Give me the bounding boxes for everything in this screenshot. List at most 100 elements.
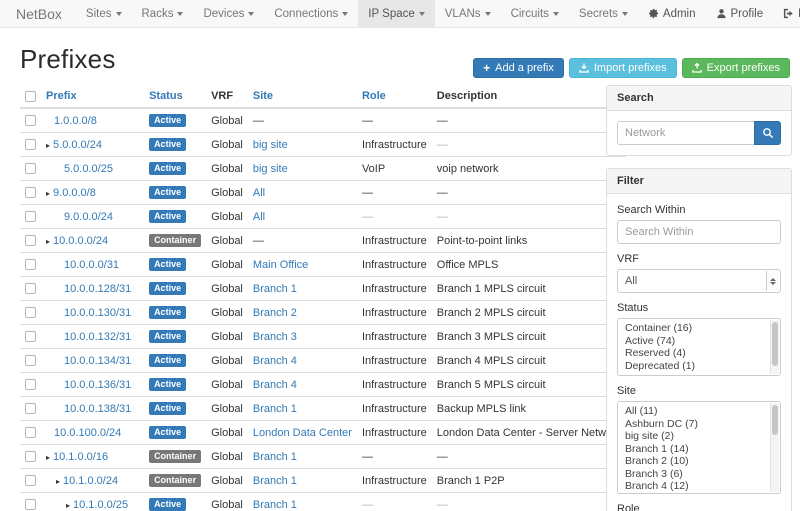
site-link[interactable]: big site [253, 163, 288, 175]
site-link[interactable]: Branch 1 [253, 403, 297, 415]
add-prefix-button[interactable]: + Add a prefix [473, 58, 564, 78]
triangle-right-icon[interactable]: ▸ [46, 141, 50, 150]
site-link[interactable]: big site [253, 139, 288, 151]
search-within-input[interactable] [617, 220, 781, 244]
row-checkbox[interactable] [25, 307, 36, 318]
role-cell: — [357, 493, 432, 511]
row-checkbox[interactable] [25, 427, 36, 438]
row-checkbox[interactable] [25, 403, 36, 414]
import-prefixes-button[interactable]: Import prefixes [569, 58, 677, 78]
site-scrollbar[interactable] [770, 403, 779, 492]
prefix-link[interactable]: 10.1.0.0/16 [53, 451, 108, 463]
site-option[interactable]: Branch 4 (12) [618, 480, 768, 493]
row-checkbox[interactable] [25, 211, 36, 222]
nav-item-secrets[interactable]: Secrets [569, 0, 638, 27]
search-button[interactable] [754, 121, 781, 145]
status-option[interactable]: Deprecated (1) [618, 360, 768, 373]
nav-item-connections[interactable]: Connections [264, 0, 358, 27]
prefix-link[interactable]: 10.0.0.0/24 [53, 235, 108, 247]
site-link[interactable]: Branch 1 [253, 283, 297, 295]
row-checkbox[interactable] [25, 379, 36, 390]
site-option[interactable]: big site (2) [618, 430, 768, 443]
search-panel-title: Search [607, 86, 791, 111]
select-all-checkbox[interactable] [25, 91, 36, 102]
row-checkbox[interactable] [25, 331, 36, 342]
row-checkbox[interactable] [25, 259, 36, 270]
netbox-brand[interactable]: NetBox [0, 0, 76, 27]
site-option[interactable]: Branch 2 (10) [618, 455, 768, 468]
prefix-link[interactable]: 5.0.0.0/24 [53, 139, 102, 151]
row-checkbox[interactable] [25, 355, 36, 366]
prefix-link[interactable]: 1.0.0.0/8 [54, 115, 97, 127]
triangle-right-icon[interactable]: ▸ [66, 501, 70, 510]
export-prefixes-button[interactable]: Export prefixes [682, 58, 790, 78]
prefix-link[interactable]: 10.0.0.0/31 [64, 259, 119, 271]
site-listbox[interactable]: All (11)Ashburn DC (7)big site (2)Branch… [617, 401, 781, 494]
prefix-link[interactable]: 10.0.0.138/31 [64, 403, 131, 415]
main-menu: SitesRacksDevicesConnectionsIP SpaceVLAN… [76, 0, 638, 27]
site-link[interactable]: Branch 1 [253, 475, 297, 487]
status-option[interactable]: Container (16) [618, 322, 768, 335]
column-header-prefix[interactable]: Prefix [41, 85, 144, 108]
column-header-site[interactable]: Site [248, 85, 357, 108]
site-link[interactable]: All [253, 211, 265, 223]
site-link[interactable]: London Data Center [253, 427, 352, 439]
row-checkbox[interactable] [25, 499, 36, 510]
nav-item-devices[interactable]: Devices [193, 0, 264, 27]
status-listbox[interactable]: Container (16)Active (74)Reserved (4)Dep… [617, 318, 781, 376]
site-option[interactable]: Branch 1 (14) [618, 443, 768, 456]
row-checkbox[interactable] [25, 139, 36, 150]
admin-link[interactable]: Admin [638, 0, 706, 28]
prefix-link[interactable]: 9.0.0.0/8 [53, 187, 96, 199]
site-link[interactable]: Branch 1 [253, 451, 297, 463]
prefix-link[interactable]: 10.0.0.130/31 [64, 307, 131, 319]
triangle-right-icon[interactable]: ▸ [46, 237, 50, 246]
site-option[interactable]: All (11) [618, 405, 768, 418]
nav-item-ip-space[interactable]: IP Space [358, 0, 434, 27]
column-header-role[interactable]: Role [357, 85, 432, 108]
prefix-link[interactable]: 10.1.0.0/24 [63, 475, 118, 487]
nav-item-sites[interactable]: Sites [76, 0, 132, 27]
site-link[interactable]: Main Office [253, 259, 308, 271]
column-header-status[interactable]: Status [144, 85, 206, 108]
row-checkbox[interactable] [25, 163, 36, 174]
status-option[interactable]: Active (74) [618, 335, 768, 348]
prefix-link[interactable]: 10.0.0.134/31 [64, 355, 131, 367]
search-input[interactable] [617, 121, 754, 145]
vrf-select[interactable]: All [617, 269, 781, 293]
site-link[interactable]: Branch 4 [253, 379, 297, 391]
status-scrollbar[interactable] [770, 320, 779, 374]
logout-link[interactable]: Log out [773, 0, 800, 28]
triangle-right-icon[interactable]: ▸ [56, 477, 60, 486]
triangle-right-icon[interactable]: ▸ [46, 453, 50, 462]
prefix-link[interactable]: 9.0.0.0/24 [64, 211, 113, 223]
nav-item-circuits[interactable]: Circuits [501, 0, 569, 27]
triangle-right-icon[interactable]: ▸ [46, 189, 50, 198]
vrf-cell: Global [206, 349, 248, 373]
row-checkbox[interactable] [25, 235, 36, 246]
nav-item-vlans[interactable]: VLANs [435, 0, 501, 27]
prefix-link[interactable]: 10.0.0.128/31 [64, 283, 131, 295]
site-option[interactable]: Branch 5 (7) [618, 493, 768, 495]
site-link[interactable]: All [253, 187, 265, 199]
row-checkbox[interactable] [25, 283, 36, 294]
status-option[interactable]: Reserved (4) [618, 347, 768, 360]
prefix-link[interactable]: 10.1.0.0/25 [73, 499, 128, 511]
prefix-link[interactable]: 5.0.0.0/25 [64, 163, 113, 175]
nav-item-racks[interactable]: Racks [132, 0, 194, 27]
site-option[interactable]: Ashburn DC (7) [618, 418, 768, 431]
profile-link[interactable]: Profile [706, 0, 774, 28]
row-checkbox[interactable] [25, 187, 36, 198]
prefix-link[interactable]: 10.0.100.0/24 [54, 427, 121, 439]
row-checkbox[interactable] [25, 115, 36, 126]
prefix-link[interactable]: 10.0.0.132/31 [64, 331, 131, 343]
prefix-link[interactable]: 10.0.0.136/31 [64, 379, 131, 391]
site-option[interactable]: Branch 3 (6) [618, 468, 768, 481]
site-link[interactable]: Branch 4 [253, 355, 297, 367]
site-link[interactable]: Branch 1 [253, 499, 297, 511]
site-link[interactable]: Branch 2 [253, 307, 297, 319]
site-link[interactable]: Branch 3 [253, 331, 297, 343]
row-checkbox[interactable] [25, 451, 36, 462]
row-checkbox[interactable] [25, 475, 36, 486]
prefix-row: 10.0.0.128/31ActiveGlobalBranch 1Infrast… [20, 277, 626, 301]
